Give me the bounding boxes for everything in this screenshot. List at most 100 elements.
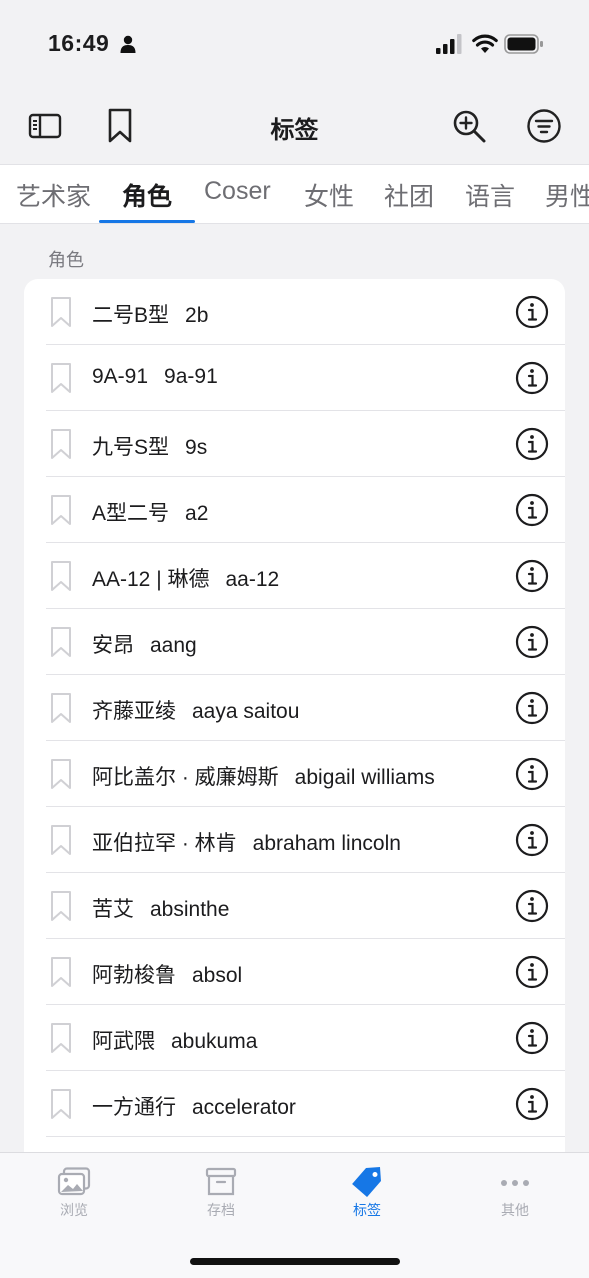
tab-artist[interactable]: 艺术家 <box>16 177 91 213</box>
tag-label: 阿勃梭鲁 absol <box>92 959 242 989</box>
info-icon[interactable] <box>515 427 549 461</box>
info-icon[interactable] <box>515 823 549 857</box>
tag-name-en: aang <box>150 634 197 657</box>
tab-group[interactable]: 社团 <box>384 177 434 213</box>
bookmark-outline-icon[interactable] <box>50 956 72 988</box>
bookmark-outline-icon[interactable] <box>50 362 72 394</box>
filter-icon <box>527 109 561 143</box>
tab-male[interactable]: 男性 <box>545 177 589 213</box>
tag-row[interactable]: A型二号 a2 <box>24 477 565 543</box>
tag-name-zh: 阿勃梭鲁 <box>92 964 176 987</box>
bookmark-outline-icon[interactable] <box>50 626 72 658</box>
info-icon[interactable] <box>515 889 549 923</box>
tag-name-en: abraham lincoln <box>252 832 401 855</box>
tag-label: 阿比盖尔 · 威廉姆斯 abigail williams <box>92 761 435 791</box>
tag-name-en: absinthe <box>150 898 230 921</box>
zoom-search-button[interactable] <box>449 106 489 146</box>
tag-name-zh: 安昂 <box>92 634 134 657</box>
tag-name-zh: 9A-91 <box>92 365 149 388</box>
wifi-icon <box>472 34 498 53</box>
tag-name-en: 9a-91 <box>164 365 218 388</box>
battery-icon <box>504 34 543 54</box>
tag-name-en: aaya saitou <box>192 700 300 723</box>
bookmark-outline-icon[interactable] <box>50 692 72 724</box>
info-icon[interactable] <box>515 691 549 725</box>
tag-name-zh: AA-12 | 琳德 <box>92 568 210 591</box>
tag-row[interactable]: 亚伯拉罕 · 林肯 abraham lincoln <box>24 807 565 873</box>
section-header: 角色 <box>48 250 84 270</box>
tag-label: AA-12 | 琳德 aa-12 <box>92 563 279 593</box>
tabbar-label: 标签 <box>353 1202 381 1218</box>
tag-row[interactable]: 二号B型 2b <box>24 279 565 345</box>
tag-label: 安昂 aang <box>92 629 197 659</box>
tag-row[interactable]: 9A-91 9a-91 <box>24 345 565 411</box>
tag-name-zh: 二号B型 <box>92 304 170 327</box>
info-icon[interactable] <box>515 559 549 593</box>
info-icon[interactable] <box>515 361 549 395</box>
tag-name-zh: 苦艾 <box>92 898 134 921</box>
tabbar-label: 浏览 <box>60 1202 88 1218</box>
tag-icon <box>352 1167 381 1197</box>
bookmark-outline-icon[interactable] <box>50 1022 72 1054</box>
tag-name-zh: 阿比盖尔 · 威廉姆斯 <box>92 766 279 789</box>
tag-row[interactable]: AA-12 | 琳德 aa-12 <box>24 543 565 609</box>
tag-name-en: abukuma <box>171 1030 258 1053</box>
tag-row[interactable]: 九号S型 9s <box>24 411 565 477</box>
row-divider <box>46 1136 565 1137</box>
tabbar-item-more[interactable]: 其他 <box>455 1167 575 1220</box>
tabbar-label: 存档 <box>207 1202 235 1218</box>
tag-label: 二号B型 2b <box>92 299 208 329</box>
tabbar-label: 其他 <box>501 1202 529 1218</box>
tabbar-item-tags[interactable]: 标签 <box>307 1167 427 1220</box>
tag-name-en: 9s <box>185 436 208 459</box>
bookmark-outline-icon[interactable] <box>50 560 72 592</box>
tabbar-item-archive[interactable]: 存档 <box>161 1167 281 1220</box>
home-indicator <box>190 1258 400 1265</box>
info-icon[interactable] <box>515 955 549 989</box>
tag-label: 亚伯拉罕 · 林肯 abraham lincoln <box>92 827 401 857</box>
ellipsis-icon <box>501 1180 529 1186</box>
tabbar-item-browse[interactable]: 浏览 <box>14 1167 134 1220</box>
tag-row[interactable]: 苦艾 absinthe <box>24 873 565 939</box>
info-icon[interactable] <box>515 625 549 659</box>
tab-language[interactable]: 语言 <box>465 177 515 213</box>
info-icon[interactable] <box>515 1021 549 1055</box>
photo-icon <box>57 1167 91 1196</box>
tab-coser[interactable]: Coser <box>204 177 271 206</box>
bookmark-outline-icon[interactable] <box>50 824 72 856</box>
tag-row[interactable]: 齐藤亚绫 aaya saitou <box>24 675 565 741</box>
category-tabs: 艺术家 角色 Coser 女性 社团 语言 男性 <box>0 164 589 224</box>
tag-row[interactable]: 一方通行 accelerator <box>24 1071 565 1137</box>
status-time: 16:49 <box>48 30 110 56</box>
tag-row[interactable]: 阿勃梭鲁 absol <box>24 939 565 1005</box>
tag-row[interactable]: 阿武隈 abukuma <box>24 1005 565 1071</box>
tag-list: 二号B型 2b 9A-91 9a-91 九号S型 9s A型二号 a2 AA-12 | 琳德 aa… <box>24 279 565 1179</box>
cellular-signal-icon <box>436 34 462 54</box>
tag-label: A型二号 a2 <box>92 497 208 527</box>
bookmark-outline-icon[interactable] <box>50 1088 72 1120</box>
info-icon[interactable] <box>515 295 549 329</box>
tab-female[interactable]: 女性 <box>304 177 354 213</box>
tag-name-zh: 亚伯拉罕 · 林肯 <box>92 832 237 855</box>
tag-row[interactable]: 安昂 aang <box>24 609 565 675</box>
tag-name-en: absol <box>192 964 243 987</box>
tag-row[interactable]: 阿比盖尔 · 威廉姆斯 abigail williams <box>24 741 565 807</box>
bookmark-outline-icon[interactable] <box>50 428 72 460</box>
tag-label: 苦艾 absinthe <box>92 893 229 923</box>
page-title: 标签 <box>270 117 319 144</box>
info-icon[interactable] <box>515 1087 549 1121</box>
info-icon[interactable] <box>515 493 549 527</box>
bookmark-outline-icon[interactable] <box>50 494 72 526</box>
bookmark-outline-icon[interactable] <box>50 758 72 790</box>
info-icon[interactable] <box>515 757 549 791</box>
person-icon <box>120 35 136 53</box>
tag-label: 阿武隈 abukuma <box>92 1025 257 1055</box>
bookmark-outline-icon[interactable] <box>50 890 72 922</box>
tag-name-zh: 阿武隈 <box>92 1030 155 1053</box>
bookmark-outline-icon[interactable] <box>50 296 72 328</box>
tab-character[interactable]: 角色 <box>122 177 172 213</box>
tag-label: 齐藤亚绫 aaya saitou <box>92 695 299 725</box>
filter-button[interactable] <box>524 106 564 146</box>
active-tab-indicator <box>99 220 195 223</box>
tag-name-en: 2b <box>185 304 209 327</box>
